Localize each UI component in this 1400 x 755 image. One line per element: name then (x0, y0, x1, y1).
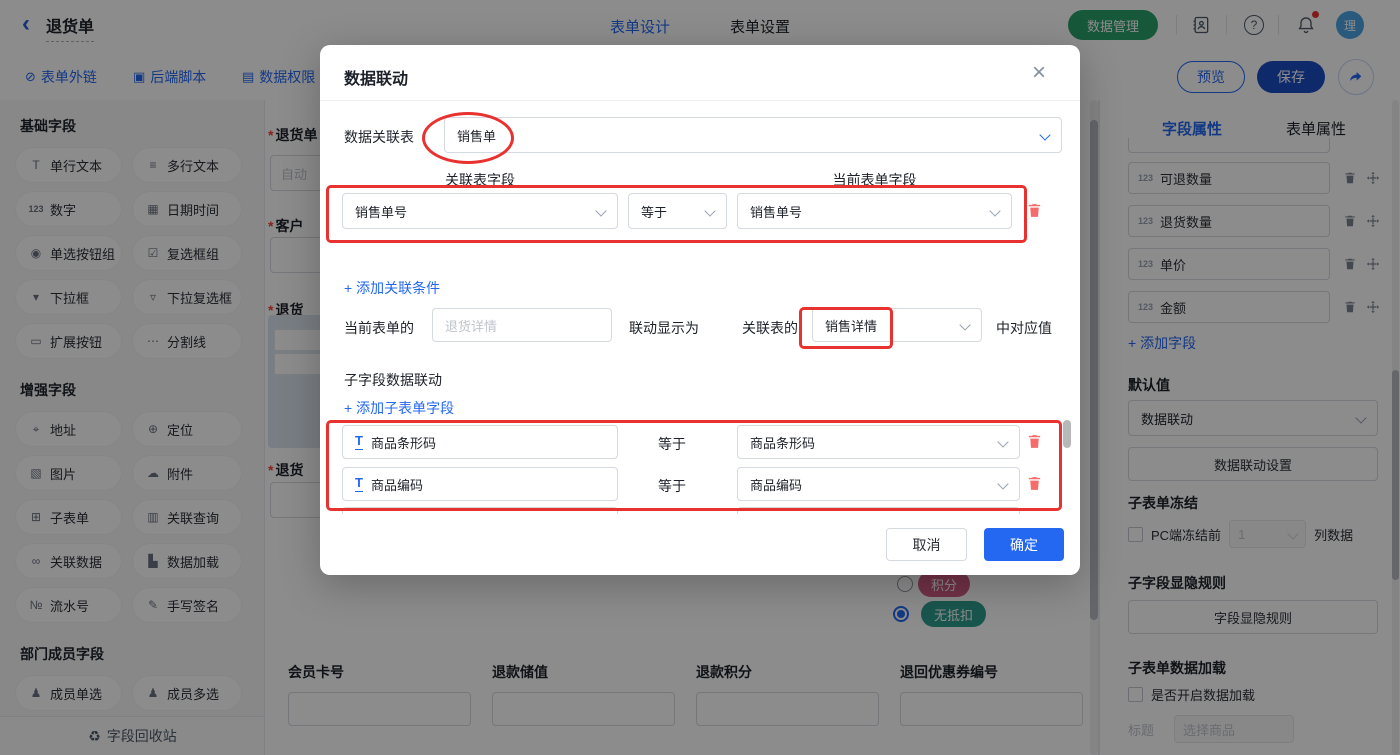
text-type-icon: T (355, 476, 363, 491)
delete-subfield-icon[interactable] (1026, 433, 1043, 450)
relation-table-select[interactable]: 销售单 (444, 117, 1062, 153)
subfield-right-select[interactable]: 商品条形码 (737, 425, 1020, 459)
subfield-row-partial (342, 507, 1020, 514)
cancel-button[interactable]: 取消 (886, 528, 967, 561)
current-field-select[interactable]: 销售单号 (737, 193, 1012, 229)
chevron-down-icon (959, 319, 970, 330)
form-designer-page: ‹ 退货单 表单设计 表单设置 数据管理 ? 理 (0, 0, 1400, 755)
chevron-down-icon (997, 478, 1008, 489)
delete-condition-icon[interactable] (1026, 202, 1043, 219)
modal-title: 数据联动 (344, 65, 408, 89)
chevron-down-icon (704, 205, 715, 216)
divider (320, 100, 1080, 101)
delete-subfield-icon[interactable] (1026, 475, 1043, 492)
chevron-down-icon (595, 205, 606, 216)
modal-scrollbar-thumb[interactable] (1063, 420, 1071, 448)
display-field-input[interactable]: 退货详情 (432, 308, 612, 342)
current-form-prefix-label: 当前表单的 (344, 318, 414, 338)
operator-select[interactable]: 等于 (628, 193, 727, 229)
subfield-linkage-title: 子字段数据联动 (344, 370, 442, 390)
relation-display-select[interactable]: 销售详情 (812, 308, 982, 342)
text-type-icon: T (355, 434, 363, 449)
subfield-left-input[interactable]: T 商品编码 (342, 467, 618, 501)
add-subform-field-link[interactable]: + 添加子表单字段 (344, 398, 454, 418)
equals-label: 等于 (650, 434, 694, 454)
column-header-current-field: 当前表单字段 (737, 170, 1012, 190)
data-linkage-modal: 数据联动 × 数据关联表 销售单 关联表字段 当前表单字段 销售单号 等于 销售… (320, 45, 1080, 575)
relation-table-label: 数据关联表 (344, 127, 414, 147)
chevron-down-icon (1039, 129, 1050, 140)
subfield-left-input-partial (342, 507, 618, 514)
subfield-left-input[interactable]: T 商品条形码 (342, 425, 618, 459)
subfield-right-select-partial (737, 507, 1020, 514)
column-header-relation-field: 关联表字段 (342, 170, 618, 190)
equals-label: 等于 (650, 476, 694, 496)
add-condition-link[interactable]: + 添加关联条件 (344, 278, 440, 298)
chevron-down-icon (997, 436, 1008, 447)
chevron-down-icon (989, 205, 1000, 216)
relation-table-prefix-label: 关联表的 (742, 318, 798, 338)
relation-field-select[interactable]: 销售单号 (342, 193, 618, 229)
linkage-display-label: 联动显示为 (629, 318, 699, 338)
corresponding-value-label: 中对应值 (996, 318, 1052, 338)
close-icon[interactable]: × (1032, 61, 1046, 85)
subfield-right-select[interactable]: 商品编码 (737, 467, 1020, 501)
confirm-button[interactable]: 确定 (984, 528, 1064, 561)
